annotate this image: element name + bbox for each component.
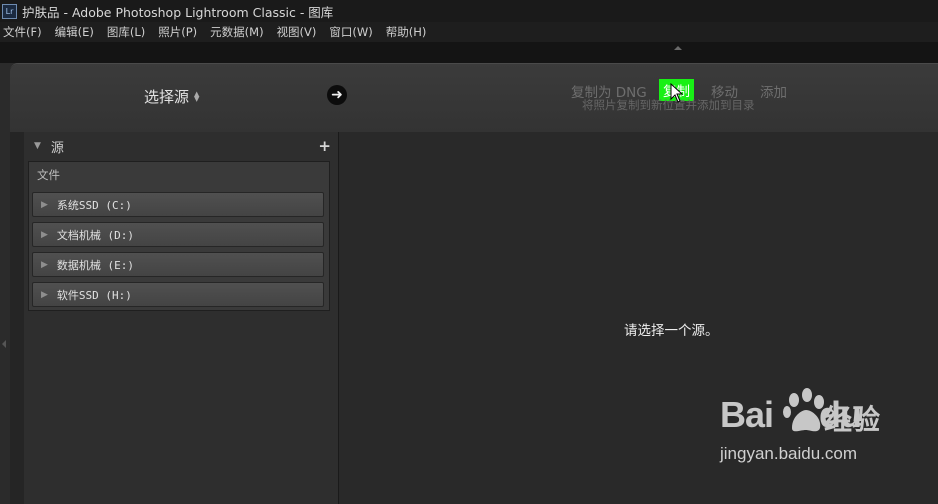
left-panel-handle-icon[interactable] <box>2 340 6 348</box>
drive-label: 软件SSD (H:) <box>56 288 132 302</box>
source-select-dropdown[interactable]: 选择源 ▲ ▼ <box>144 86 199 107</box>
drive-item[interactable]: ▶ 系统SSD (C:) <box>32 192 324 217</box>
watermark-cn-text: 经验 <box>824 403 881 436</box>
left-gutter <box>10 132 24 504</box>
top-panel-strip <box>0 43 938 63</box>
drive-item[interactable]: ▶ 数据机械 (E:) <box>32 252 324 277</box>
mode-description: 将照片复制到新位置并添加到目录 <box>582 98 755 112</box>
source-tree: 文件 ▶ 系统SSD (C:) ▶ 文档机械 (D:) ▶ 数据机械 (E:) … <box>28 161 330 311</box>
triangle-right-icon[interactable]: ▶ <box>41 230 48 240</box>
triangle-right-icon[interactable]: ▶ <box>41 200 48 210</box>
source-select-label: 选择源 <box>144 88 190 106</box>
menu-edit[interactable]: 编辑(E) <box>55 24 94 40</box>
drive-label: 文档机械 (D:) <box>56 228 135 242</box>
drive-label: 系统SSD (C:) <box>56 198 132 212</box>
menu-photo[interactable]: 照片(P) <box>158 24 197 40</box>
source-panel-title: 源 <box>50 140 64 156</box>
triangle-right-icon[interactable]: ▶ <box>41 260 48 270</box>
drive-item[interactable]: ▶ 文档机械 (D:) <box>32 222 324 247</box>
triangle-down-icon[interactable]: ▼ <box>34 141 41 151</box>
import-header: 选择源 ▲▼ ➜ 复制为 DNG 复制 移动 添加 将照片复制到新位置并添加到目… <box>10 64 938 133</box>
menu-window[interactable]: 窗口(W) <box>329 24 372 40</box>
arrow-right-icon[interactable]: ➜ <box>327 85 347 105</box>
menu-help[interactable]: 帮助(H) <box>386 24 427 40</box>
show-top-panel-icon[interactable] <box>674 46 682 50</box>
triangle-right-icon[interactable]: ▶ <box>41 290 48 300</box>
title-bar: Lr 护肤品 - Adobe Photoshop Lightroom Class… <box>0 0 938 22</box>
lightroom-app-icon: Lr <box>2 3 17 19</box>
empty-source-message: 请选择一个源。 <box>624 323 719 339</box>
menu-library[interactable]: 图库(L) <box>107 24 145 40</box>
files-section-label: 文件 <box>37 168 60 182</box>
menu-view[interactable]: 视图(V) <box>277 24 317 40</box>
menu-bar: 文件(F) 编辑(E) 图库(L) 照片(P) 元数据(M) 视图(V) 窗口(… <box>0 22 938 43</box>
source-panel: ▼ 源 + 文件 ▶ 系统SSD (C:) ▶ 文档机械 (D:) ▶ 数据机械… <box>24 132 339 504</box>
mouse-cursor-icon <box>670 83 684 103</box>
paw-icon <box>783 388 824 432</box>
menu-metadata[interactable]: 元数据(M) <box>210 24 263 40</box>
watermark-url: jingyan.baidu.com <box>720 444 858 463</box>
window-title: 护肤品 - Adobe Photoshop Lightroom Classic … <box>22 4 334 20</box>
menu-file[interactable]: 文件(F) <box>3 24 42 40</box>
source-panel-header[interactable]: ▼ 源 + <box>24 132 338 160</box>
baidu-jingyan-watermark: Bai du 经验 jingyan.baidu.com <box>720 388 930 468</box>
plus-icon[interactable]: + <box>318 137 331 155</box>
updown-chevron-icon: ▲ ▼ <box>194 89 200 103</box>
drive-label: 数据机械 (E:) <box>56 258 135 272</box>
mode-add[interactable]: 添加 <box>760 81 787 101</box>
drive-item[interactable]: ▶ 软件SSD (H:) <box>32 282 324 307</box>
